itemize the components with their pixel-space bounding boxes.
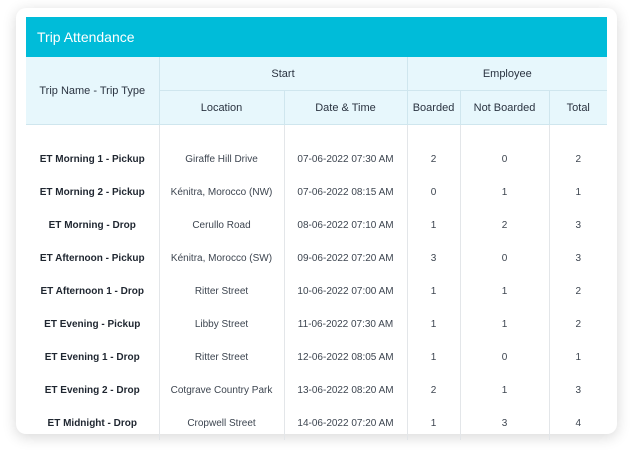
location-cell: Kénitra, Morocco (SW) [158, 242, 285, 275]
date-time-cell: 09-06-2022 07:20 AM [283, 242, 408, 275]
total-cell: 2 [548, 308, 608, 341]
not-boarded-cell: 3 [459, 407, 550, 440]
boarded-cell: 1 [406, 209, 461, 242]
header-not-boarded: Not Boarded [459, 90, 550, 125]
location-cell: Ritter Street [158, 341, 285, 374]
table-row: ET Afternoon 1 - Drop Ritter Street 10-06-… [26, 275, 608, 308]
table-row: ET Evening 2 - Drop Cotgrave Country Park… [26, 374, 608, 407]
location-cell: Kénitra, Morocco (NW) [158, 176, 285, 209]
table-row: ET Midnight - Drop Cropwell Street 14-06-2… [26, 407, 608, 440]
not-boarded-cell: 0 [459, 124, 550, 176]
trip-name-cell: ET Evening 2 - Drop [26, 374, 160, 407]
date-time-cell: 13-06-2022 08:20 AM [283, 374, 408, 407]
total-cell: 1 [548, 176, 608, 209]
not-boarded-cell: 2 [459, 209, 550, 242]
not-boarded-cell: 1 [459, 308, 550, 341]
total-cell: 3 [548, 242, 608, 275]
total-cell: 3 [548, 209, 608, 242]
location-cell: Giraffe Hill Drive [158, 124, 285, 176]
trip-name-cell: ET Afternoon - Pickup [26, 242, 160, 275]
boarded-cell: 2 [406, 124, 461, 176]
table-body: ET Morning 1 - Pickup Giraffe Hill Drive 0… [26, 124, 608, 440]
trip-name-cell: ET Morning - Drop [26, 209, 160, 242]
not-boarded-cell: 0 [459, 242, 550, 275]
card-title: Trip Attendance [26, 17, 607, 57]
trip-attendance-table: Trip Name - Trip Type Start Employee Loc… [26, 57, 608, 440]
header-total: Total [548, 90, 608, 125]
trip-name-cell: ET Evening 1 - Drop [26, 341, 160, 374]
boarded-cell: 0 [406, 176, 461, 209]
trip-name-cell: ET Morning 1 - Pickup [26, 124, 160, 176]
location-cell: Cerullo Road [158, 209, 285, 242]
trip-name-cell: ET Midnight - Drop [26, 407, 160, 440]
total-cell: 2 [548, 275, 608, 308]
location-cell: Libby Street [158, 308, 285, 341]
date-time-cell: 14-06-2022 07:20 AM [283, 407, 408, 440]
header-start-group: Start [158, 57, 408, 91]
not-boarded-cell: 0 [459, 341, 550, 374]
trip-name-cell: ET Morning 2 - Pickup [26, 176, 160, 209]
boarded-cell: 1 [406, 407, 461, 440]
location-cell: Cotgrave Country Park [158, 374, 285, 407]
total-cell: 2 [548, 124, 608, 176]
table-row: ET Morning 1 - Pickup Giraffe Hill Drive 0… [26, 124, 608, 176]
boarded-cell: 1 [406, 275, 461, 308]
total-cell: 4 [548, 407, 608, 440]
table-row: ET Afternoon - Pickup Kénitra, Morocco (S… [26, 242, 608, 275]
table-row: ET Evening 1 - Drop Ritter Street 12-06-20… [26, 341, 608, 374]
header-boarded: Boarded [406, 90, 461, 125]
date-time-cell: 07-06-2022 07:30 AM [283, 124, 408, 176]
table-row: ET Morning - Drop Cerullo Road 08-06-2022 … [26, 209, 608, 242]
date-time-cell: 10-06-2022 07:00 AM [283, 275, 408, 308]
trip-name-cell: ET Afternoon 1 - Drop [26, 275, 160, 308]
date-time-cell: 08-06-2022 07:10 AM [283, 209, 408, 242]
total-cell: 1 [548, 341, 608, 374]
not-boarded-cell: 1 [459, 176, 550, 209]
total-cell: 3 [548, 374, 608, 407]
table-row: ET Evening - Pickup Libby Street 11-06-202… [26, 308, 608, 341]
trip-name-cell: ET Evening - Pickup [26, 308, 160, 341]
date-time-cell: 12-06-2022 08:05 AM [283, 341, 408, 374]
date-time-cell: 11-06-2022 07:30 AM [283, 308, 408, 341]
not-boarded-cell: 1 [459, 275, 550, 308]
header-location: Location [158, 90, 285, 125]
header-employee-group: Employee [406, 57, 608, 91]
boarded-cell: 2 [406, 374, 461, 407]
header-trip-name: Trip Name - Trip Type [26, 57, 160, 125]
boarded-cell: 1 [406, 308, 461, 341]
location-cell: Ritter Street [158, 275, 285, 308]
boarded-cell: 1 [406, 341, 461, 374]
location-cell: Cropwell Street [158, 407, 285, 440]
boarded-cell: 3 [406, 242, 461, 275]
not-boarded-cell: 1 [459, 374, 550, 407]
table-row: ET Morning 2 - Pickup Kénitra, Morocco (N… [26, 176, 608, 209]
header-date-time: Date & Time [283, 90, 408, 125]
table-header: Trip Name - Trip Type Start Employee Loc… [26, 57, 608, 125]
date-time-cell: 07-06-2022 08:15 AM [283, 176, 408, 209]
